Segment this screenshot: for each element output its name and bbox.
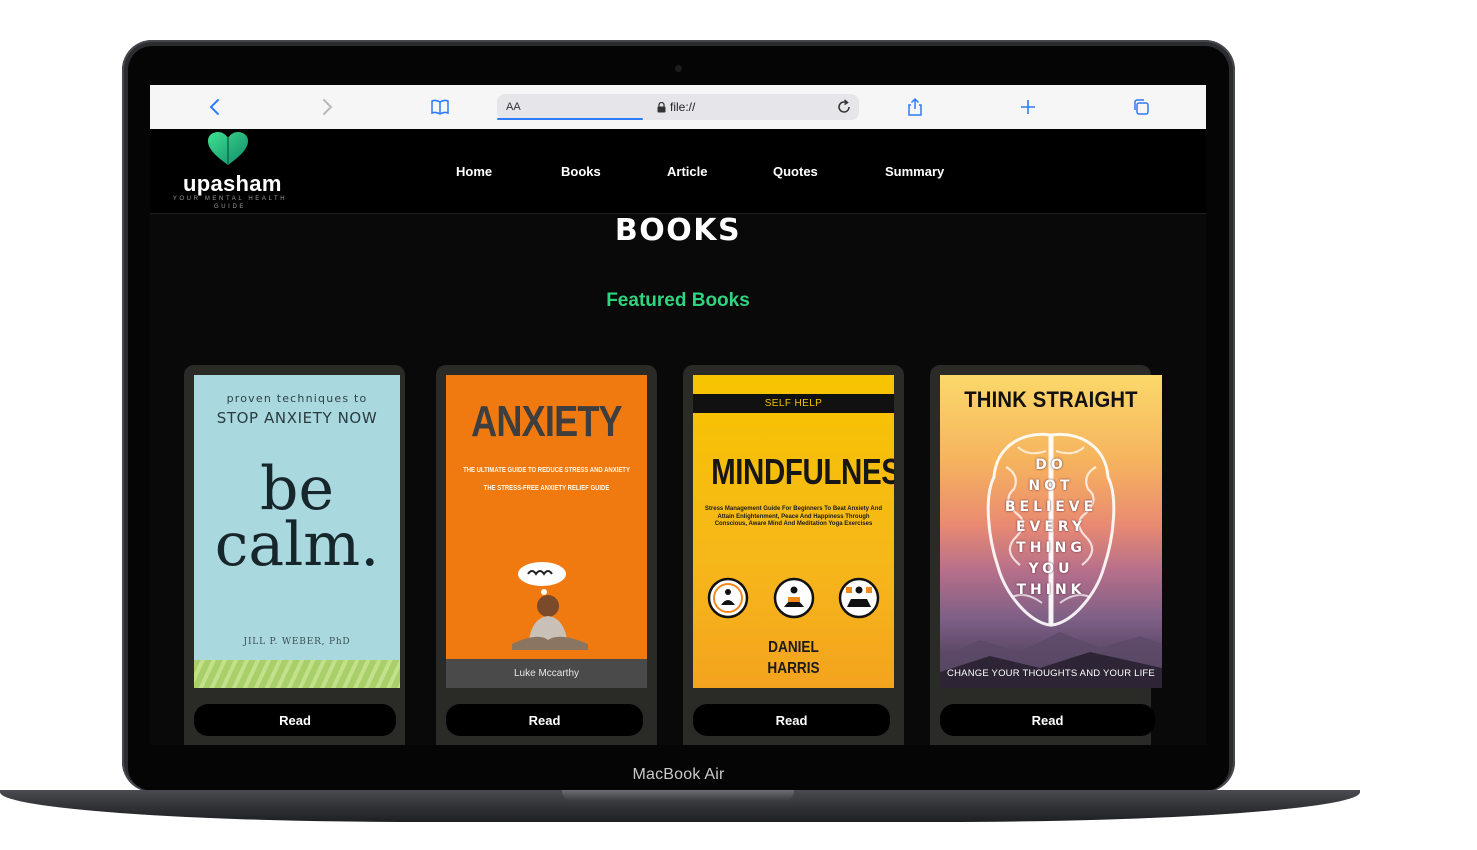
cover-title: ANXIETY (471, 397, 622, 446)
laptop-base-notch (562, 790, 794, 801)
cover-title: be calm. (194, 454, 400, 580)
cover-grass-decoration (194, 660, 400, 688)
forward-button[interactable] (312, 95, 342, 119)
chevron-right-icon (323, 99, 333, 115)
cover-title: THINK STRAIGHT (964, 387, 1138, 412)
lock-icon (657, 101, 666, 112)
cover-title-line-1: be (260, 454, 334, 524)
back-button[interactable] (200, 95, 230, 119)
nav-home[interactable]: Home (456, 164, 492, 179)
cover-line: YOU (1028, 560, 1074, 577)
cover-subtitle: Stress Management Guide For Beginners To… (704, 506, 883, 527)
chevron-left-icon (209, 99, 219, 115)
cover-top-line: proven techniques to (226, 392, 368, 405)
book-card: SELF HELP MINDFULNESS Stress Management … (683, 365, 904, 745)
cover-subtitle: STOP ANXIETY NOW (216, 409, 378, 427)
plus-icon (1021, 100, 1035, 114)
cover-line: BELIEVE (1004, 498, 1098, 515)
share-button[interactable] (900, 95, 930, 119)
book-card: proven techniques to STOP ANXIETY NOW be… (184, 365, 405, 745)
site-header: upasham YOUR MENTAL HEALTH GUIDE Home Bo… (150, 129, 1206, 214)
page-title: BOOKS (614, 213, 742, 248)
nav-quotes[interactable]: Quotes (773, 164, 818, 179)
tabs-icon (1134, 99, 1149, 115)
tabs-overview-button[interactable] (1126, 95, 1156, 119)
cover-author-line-1: DANIEL (768, 639, 819, 656)
reader-aa-button[interactable]: AA (506, 101, 521, 113)
read-button[interactable]: Read (194, 704, 396, 736)
read-button[interactable]: Read (446, 704, 643, 736)
reload-icon[interactable] (835, 98, 853, 116)
screen: AA file:// upasham YOUR MENTAL HEALTH GU… (150, 85, 1206, 745)
cover-title: MINDFULNESS (711, 451, 894, 492)
book-cover[interactable]: THINK STRAIGHT DO NOT BELIEVE EVERY THIN… (940, 375, 1162, 688)
read-button[interactable]: Read (693, 704, 890, 736)
page-load-progress (497, 118, 643, 120)
book-card: THINK STRAIGHT DO NOT BELIEVE EVERY THIN… (930, 365, 1162, 745)
section-title: Featured Books (606, 290, 750, 311)
nav-books[interactable]: Books (561, 164, 601, 179)
cover-band: SELF HELP (693, 394, 894, 413)
logo-heart-icon[interactable] (206, 131, 250, 167)
cover-author: Luke Mccarthy (446, 659, 647, 688)
cover-footer: CHANGE YOUR THOUGHTS AND YOUR LIFE (947, 668, 1155, 679)
url-display: file:// (657, 100, 695, 114)
logo-text[interactable]: upasham (183, 171, 282, 197)
browser-toolbar: AA file:// (150, 85, 1206, 130)
url-text: file:// (670, 100, 696, 114)
cover-line: EVERY (1015, 519, 1087, 536)
cover-author-line-2: HARRIS (767, 660, 820, 677)
logo-tagline: YOUR MENTAL HEALTH GUIDE (172, 196, 288, 210)
book-cover[interactable]: proven techniques to STOP ANXIETY NOW be… (194, 375, 400, 688)
new-tab-button[interactable] (1013, 95, 1043, 119)
nav-article[interactable]: Article (667, 164, 707, 179)
meditation-icons (707, 577, 880, 619)
cover-subtitle-1: THE ULTIMATE GUIDE TO REDUCE STRESS AND … (463, 467, 630, 474)
nav-summary[interactable]: Summary (885, 164, 944, 179)
share-icon (908, 97, 922, 116)
camera-icon (675, 65, 682, 72)
cover-author: JILL P. WEBER, PhD (243, 637, 351, 647)
cover-author: DANIEL HARRIS (708, 637, 879, 679)
stressed-person-illustration (512, 562, 588, 650)
book-card: ANXIETY THE ULTIMATE GUIDE TO REDUCE STR… (436, 365, 657, 745)
cover-lines: DO NOT BELIEVE EVERY THING YOU THINK (940, 455, 1162, 601)
read-button[interactable]: Read (940, 704, 1155, 736)
cover-line: THINK (1016, 581, 1086, 598)
device-label: MacBook Air (632, 766, 725, 783)
cover-subtitle-2: THE STRESS-FREE ANXIETY RELIEF GUIDE (483, 485, 610, 492)
book-cover[interactable]: SELF HELP MINDFULNESS Stress Management … (693, 375, 894, 688)
cover-title-line-2: calm. (214, 510, 380, 580)
cover-line: NOT (1028, 477, 1074, 494)
book-icon (431, 99, 449, 115)
bookmarks-button[interactable] (425, 95, 455, 119)
book-cover[interactable]: ANXIETY THE ULTIMATE GUIDE TO REDUCE STR… (446, 375, 647, 688)
cover-line: DO (1035, 457, 1067, 473)
address-bar[interactable]: AA file:// (497, 94, 859, 120)
cover-line: THING (1016, 540, 1086, 557)
